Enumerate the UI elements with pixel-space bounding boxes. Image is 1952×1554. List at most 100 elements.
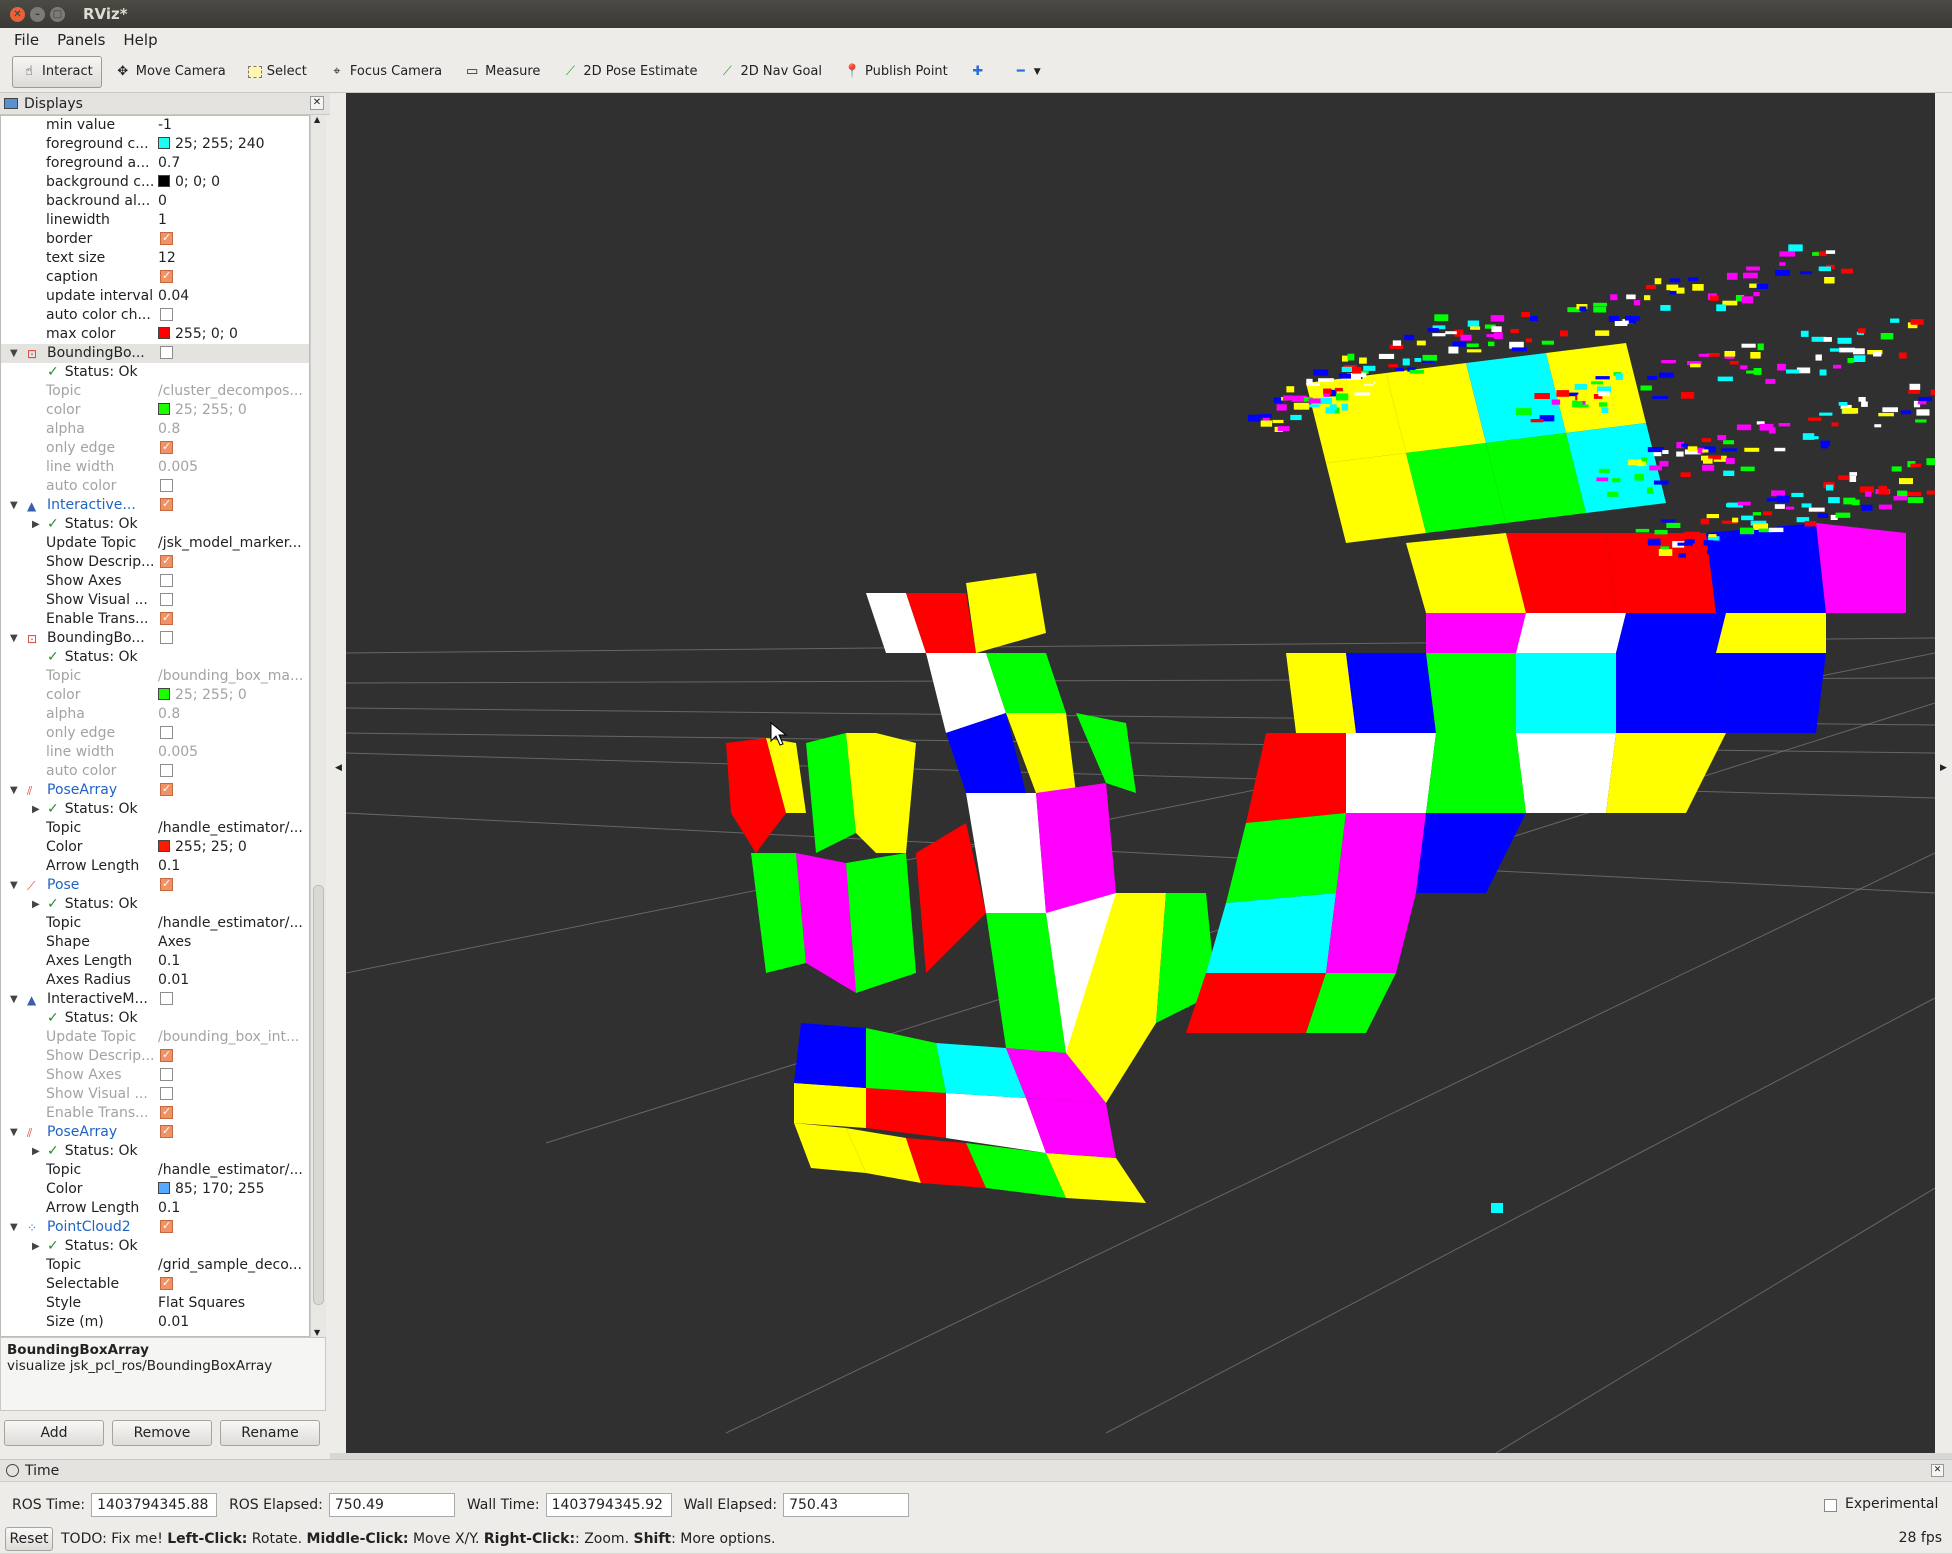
- expand-arrow-icon[interactable]: ▶: [32, 1237, 40, 1256]
- ros-time-field[interactable]: 1403794345.88: [91, 1493, 218, 1517]
- maximize-window-icon[interactable]: □: [50, 6, 65, 22]
- property-value[interactable]: [158, 1066, 308, 1085]
- property-row[interactable]: color 25; 255; 0: [1, 686, 309, 705]
- checkbox-checked[interactable]: [160, 1047, 173, 1064]
- property-value[interactable]: [158, 1275, 308, 1294]
- color-swatch[interactable]: [158, 137, 170, 149]
- property-row[interactable]: Topic/handle_estimator/...: [1, 1161, 309, 1180]
- checkbox-unchecked[interactable]: [160, 764, 173, 777]
- property-value[interactable]: [158, 268, 308, 287]
- property-value[interactable]: [158, 1123, 308, 1142]
- property-row[interactable]: Topic/handle_estimator/...: [1, 914, 309, 933]
- checkbox-checked[interactable]: [160, 610, 173, 627]
- expand-arrow-icon[interactable]: ▶: [32, 515, 40, 534]
- property-value[interactable]: 1: [158, 211, 308, 230]
- checkbox-checked[interactable]: [160, 553, 173, 570]
- checkbox-unchecked[interactable]: [160, 574, 173, 587]
- displays-scrollbar[interactable]: ▲ ▼: [310, 115, 326, 1337]
- property-value[interactable]: /jsk_model_marker...: [158, 534, 308, 553]
- property-row[interactable]: caption: [1, 268, 309, 287]
- menu-panels[interactable]: Panels: [57, 31, 105, 49]
- property-value[interactable]: 0; 0; 0: [158, 173, 308, 192]
- property-row[interactable]: foreground c... 25; 255; 240: [1, 135, 309, 154]
- property-value[interactable]: 0.1: [158, 952, 308, 971]
- expand-arrow-icon[interactable]: ▼: [10, 344, 18, 363]
- color-swatch[interactable]: [158, 175, 170, 187]
- displays-tree[interactable]: min value -1 foreground c... 25; 255; 240 fo…: [0, 115, 310, 1337]
- expand-arrow-icon[interactable]: ▶: [32, 800, 40, 819]
- checkbox-unchecked[interactable]: [160, 479, 173, 492]
- property-value[interactable]: /grid_sample_deco...: [158, 1256, 308, 1275]
- color-swatch[interactable]: [158, 403, 170, 415]
- color-swatch[interactable]: [158, 1182, 170, 1194]
- remove-tool-button[interactable]: ━ ▼: [1004, 56, 1050, 88]
- property-value[interactable]: 0.1: [158, 1199, 308, 1218]
- property-value[interactable]: [158, 1218, 308, 1237]
- property-row[interactable]: Arrow Length 0.1: [1, 1199, 309, 1218]
- property-row[interactable]: Update Topic/jsk_model_marker...: [1, 534, 309, 553]
- expand-arrow-icon[interactable]: ▼: [10, 1123, 18, 1142]
- tool-select[interactable]: Select: [239, 56, 316, 88]
- property-value[interactable]: [158, 591, 308, 610]
- property-row[interactable]: only edge: [1, 439, 309, 458]
- display-group-row[interactable]: ▼ ⊡ BoundingBo...: [1, 344, 309, 363]
- property-value[interactable]: [158, 439, 308, 458]
- property-row[interactable]: color 25; 255; 0: [1, 401, 309, 420]
- checkbox-checked[interactable]: [160, 496, 173, 513]
- expand-arrow-icon[interactable]: ▼: [10, 629, 18, 648]
- checkbox-checked[interactable]: [160, 876, 173, 893]
- property-value[interactable]: 25; 255; 0: [158, 686, 308, 705]
- property-row[interactable]: Topic/cluster_decompos...: [1, 382, 309, 401]
- property-value[interactable]: [158, 344, 308, 363]
- property-value[interactable]: 0.005: [158, 458, 308, 477]
- tool-focus-camera[interactable]: ⌖ Focus Camera: [320, 56, 451, 88]
- scrollbar-thumb[interactable]: [313, 885, 324, 1305]
- property-value[interactable]: 0: [158, 192, 308, 211]
- expand-arrow-icon[interactable]: ▶: [32, 1142, 40, 1161]
- expand-arrow-icon[interactable]: ▶: [32, 895, 40, 914]
- property-row[interactable]: Topic/handle_estimator/...: [1, 819, 309, 838]
- property-row[interactable]: Show Visual ...: [1, 1085, 309, 1104]
- property-value[interactable]: [158, 762, 308, 781]
- color-swatch[interactable]: [158, 840, 170, 852]
- scroll-down-icon[interactable]: ▼: [314, 1328, 320, 1337]
- property-row[interactable]: update interval 0.04: [1, 287, 309, 306]
- remove-button[interactable]: Remove: [112, 1420, 212, 1446]
- checkbox-checked[interactable]: [160, 1218, 173, 1235]
- property-row[interactable]: Size (m) 0.01: [1, 1313, 309, 1332]
- menu-file[interactable]: File: [14, 31, 39, 49]
- minimize-window-icon[interactable]: –: [30, 6, 45, 22]
- property-row[interactable]: Topic/grid_sample_deco...: [1, 1256, 309, 1275]
- display-group-row[interactable]: ▼ ⫽ PoseArray: [1, 781, 309, 800]
- display-group-row[interactable]: ▼ ⫽ PoseArray: [1, 1123, 309, 1142]
- status-row[interactable]: ▶ ✓ Status: Ok: [1, 1237, 309, 1256]
- property-row[interactable]: text size 12: [1, 249, 309, 268]
- property-row[interactable]: Show Axes: [1, 572, 309, 591]
- property-value[interactable]: 255; 25; 0: [158, 838, 308, 857]
- property-value[interactable]: [158, 496, 308, 515]
- property-row[interactable]: Topic/bounding_box_ma...: [1, 667, 309, 686]
- left-splitter[interactable]: ◀: [330, 93, 346, 1453]
- status-row[interactable]: ▶ ✓ Status: Ok: [1, 1142, 309, 1161]
- rename-button[interactable]: Rename: [220, 1420, 320, 1446]
- checkbox-checked[interactable]: [160, 268, 173, 285]
- property-row[interactable]: Arrow Length 0.1: [1, 857, 309, 876]
- display-group-row[interactable]: ▼ ⊡ BoundingBo...: [1, 629, 309, 648]
- experimental-checkbox[interactable]: [1824, 1499, 1837, 1512]
- display-group-row[interactable]: ▼ ▲ Interactive...: [1, 496, 309, 515]
- property-row[interactable]: alpha 0.8: [1, 420, 309, 439]
- property-value[interactable]: 0.04: [158, 287, 308, 306]
- checkbox-checked[interactable]: [160, 1123, 173, 1140]
- property-value[interactable]: 255; 0; 0: [158, 325, 308, 344]
- property-row[interactable]: line width 0.005: [1, 458, 309, 477]
- status-row[interactable]: ✓ Status: Ok: [1, 1009, 309, 1028]
- property-value[interactable]: 0.01: [158, 1313, 308, 1332]
- property-value[interactable]: 0.7: [158, 154, 308, 173]
- checkbox-unchecked[interactable]: [160, 308, 173, 321]
- checkbox-unchecked[interactable]: [160, 593, 173, 606]
- property-value[interactable]: 0.8: [158, 420, 308, 439]
- expand-arrow-icon[interactable]: ▼: [10, 1218, 18, 1237]
- display-group-row[interactable]: ▼ ▲ InteractiveM...: [1, 990, 309, 1009]
- property-row[interactable]: auto color: [1, 762, 309, 781]
- checkbox-checked[interactable]: [160, 230, 173, 247]
